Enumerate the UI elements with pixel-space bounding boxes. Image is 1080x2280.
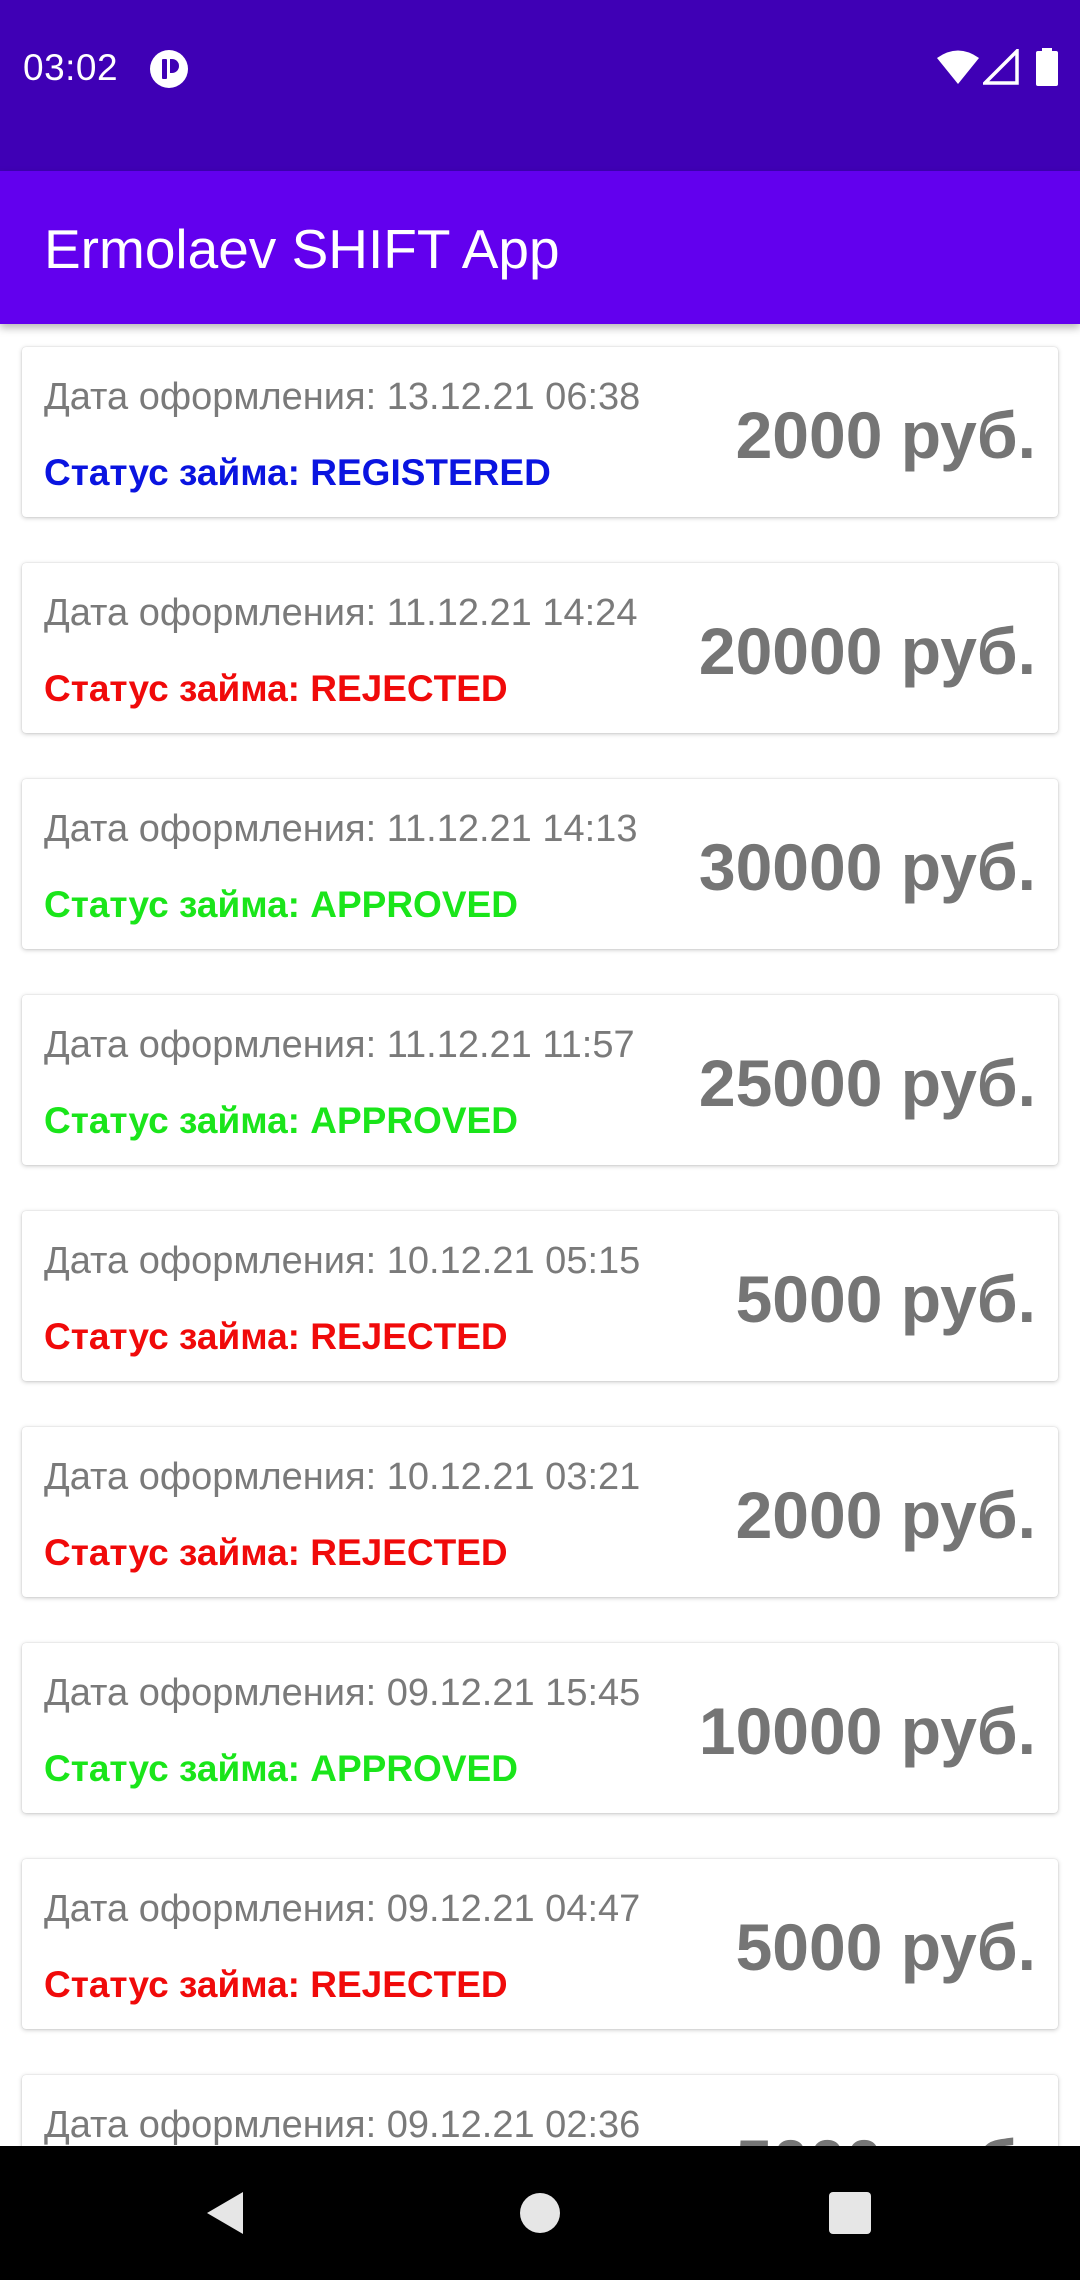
loan-date: Дата оформления: 11.12.21 11:57 bbox=[44, 1024, 635, 1066]
loan-date: Дата оформления: 11.12.21 14:13 bbox=[44, 808, 638, 850]
loan-card[interactable]: Дата оформления: 11.12.21 11:57 Статус з… bbox=[22, 995, 1058, 1165]
loan-status: Статус займа: REJECTED bbox=[44, 668, 508, 709]
loan-status: Статус займа: REJECTED bbox=[44, 1532, 508, 1573]
home-icon[interactable] bbox=[515, 2188, 565, 2238]
loan-card[interactable]: Дата оформления: 10.12.21 05:15 Статус з… bbox=[22, 1211, 1058, 1381]
loan-card[interactable]: Дата оформления: 09.12.21 04:47 Статус з… bbox=[22, 1859, 1058, 2029]
loan-card[interactable]: Дата оформления: 11.12.21 14:13 Статус з… bbox=[22, 779, 1058, 949]
loan-amount: 5000 руб. bbox=[736, 2125, 1036, 2146]
loan-date: Дата оформления: 10.12.21 05:15 bbox=[44, 1240, 641, 1282]
loan-date: Дата оформления: 09.12.21 15:45 bbox=[44, 1672, 641, 1714]
notification-icon bbox=[150, 50, 188, 88]
loan-date: Дата оформления: 11.12.21 14:24 bbox=[44, 592, 638, 634]
loan-amount: 2000 руб. bbox=[735, 1478, 1036, 1552]
app-title: Ermolaev SHIFT App bbox=[44, 218, 560, 280]
status-time: 03:02 bbox=[23, 47, 119, 88]
navigation-bar bbox=[0, 2146, 1080, 2280]
loan-status: Статус займа: APPROVED bbox=[44, 884, 518, 925]
loan-card[interactable]: Дата оформления: 09.12.21 02:36 5000 руб… bbox=[22, 2075, 1058, 2146]
loan-date: Дата оформления: 10.12.21 03:21 bbox=[44, 1456, 641, 1498]
back-icon[interactable] bbox=[200, 2188, 250, 2238]
loan-date: Дата оформления: 09.12.21 04:47 bbox=[44, 1888, 641, 1930]
battery-icon bbox=[1036, 48, 1058, 86]
loan-date: Дата оформления: 09.12.21 02:36 bbox=[44, 2104, 641, 2146]
recents-icon[interactable] bbox=[827, 2190, 873, 2236]
loan-card[interactable]: Дата оформления: 10.12.21 03:21 Статус з… bbox=[22, 1427, 1058, 1597]
loan-amount: 2000 руб. bbox=[735, 398, 1036, 472]
loan-amount: 25000 руб. bbox=[698, 1046, 1036, 1120]
loan-amount: 20000 руб. bbox=[698, 614, 1036, 688]
status-bar: 03:02 bbox=[0, 0, 1080, 171]
loan-card[interactable]: Дата оформления: 13.12.21 06:38 Статус з… bbox=[22, 347, 1058, 517]
loan-status: Статус займа: REJECTED bbox=[44, 1316, 508, 1357]
loan-status: Статус займа: APPROVED bbox=[44, 1100, 518, 1141]
loan-date: Дата оформления: 13.12.21 06:38 bbox=[44, 376, 641, 418]
loan-status: Статус займа: REJECTED bbox=[44, 1964, 508, 2005]
loan-amount: 5000 руб. bbox=[735, 1262, 1036, 1336]
loan-amount: 10000 руб. bbox=[698, 1694, 1036, 1768]
loan-card[interactable]: Дата оформления: 11.12.21 14:24 Статус з… bbox=[22, 563, 1058, 733]
loan-status: Статус займа: REGISTERED bbox=[44, 452, 551, 493]
loan-status: Статус займа: APPROVED bbox=[44, 1748, 518, 1789]
loan-amount: 30000 руб. bbox=[698, 830, 1036, 904]
loan-list[interactable]: Дата оформления: 13.12.21 06:38 Статус з… bbox=[0, 324, 1080, 2146]
wifi-icon bbox=[937, 50, 979, 84]
loan-card[interactable]: Дата оформления: 09.12.21 15:45 Статус з… bbox=[22, 1643, 1058, 1813]
app-bar: Ermolaev SHIFT App bbox=[0, 171, 1080, 324]
signal-icon bbox=[983, 49, 1019, 85]
loan-amount: 5000 руб. bbox=[735, 1910, 1036, 1984]
